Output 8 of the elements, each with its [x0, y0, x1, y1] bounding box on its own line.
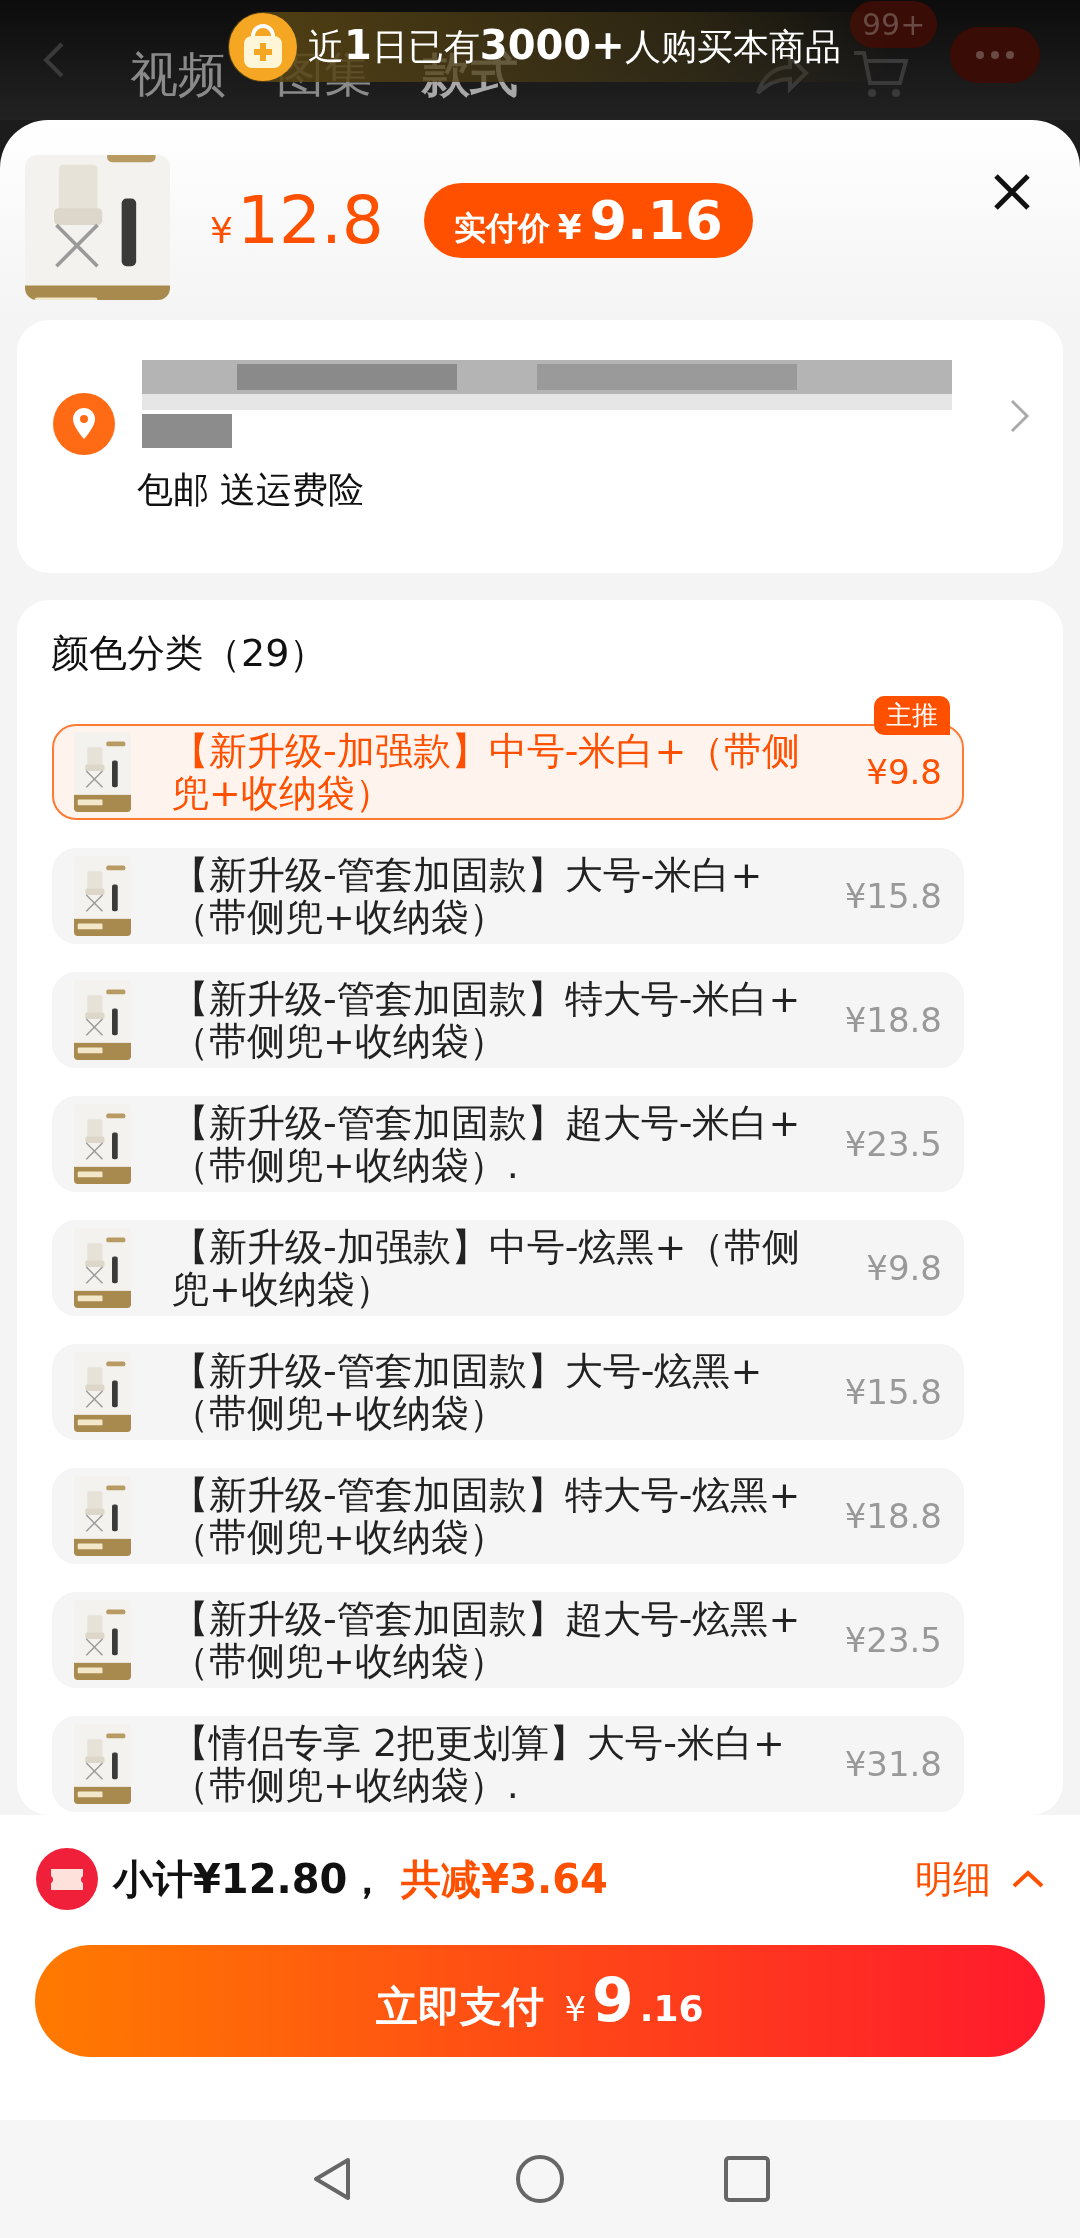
actual-price-badge: 实付价 ¥9.16: [423, 182, 753, 258]
shipping-info: 包邮 送运费险: [137, 468, 366, 512]
recommended-badge: 主推: [874, 696, 950, 735]
subtotal: 小计¥12.80，: [113, 1854, 388, 1904]
cart-badge: 99+: [850, 1, 938, 48]
discount-total: 共减¥3.64: [401, 1854, 608, 1904]
section-title: 颜色分类（29）: [51, 630, 329, 677]
product-price: ¥12.8: [210, 181, 384, 259]
